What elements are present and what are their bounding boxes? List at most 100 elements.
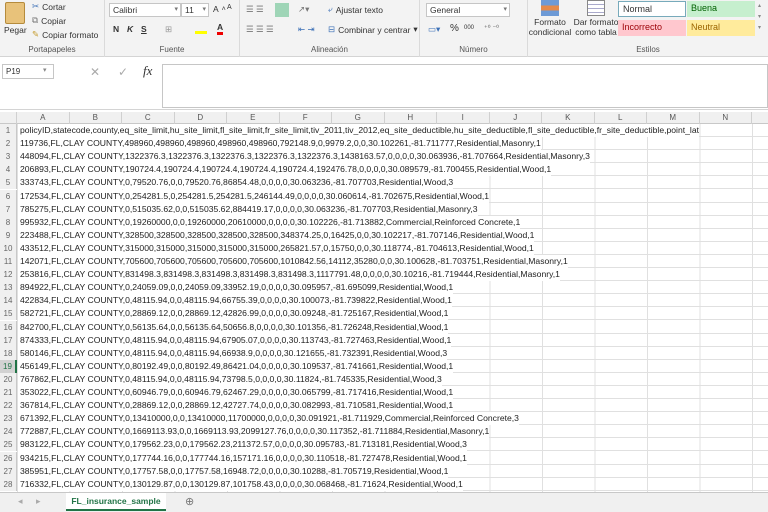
column-header-D[interactable]: D xyxy=(175,112,227,124)
row-header[interactable]: 1 xyxy=(0,124,17,137)
row-header[interactable]: 12 xyxy=(0,268,17,282)
style-normal[interactable]: Normal xyxy=(618,1,686,17)
merge-center-button[interactable]: ⊟ Combinar y centrar ▾ xyxy=(328,24,418,35)
cell-a[interactable]: 934215,FL,CLAY COUNTY,0,177744.16,0,0,17… xyxy=(18,451,467,465)
row-header[interactable]: 9 xyxy=(0,228,17,242)
column-header-F[interactable]: F xyxy=(280,112,332,124)
cell-a[interactable]: 582721,FL,CLAY COUNTY,0,28869.12,0,0,288… xyxy=(18,307,449,321)
borders-icon[interactable]: ⊞ xyxy=(165,24,172,35)
number-format-select[interactable]: General xyxy=(426,3,510,17)
cell-a[interactable]: 785275,FL,CLAY COUNTY,0,515035.62,0,0,51… xyxy=(18,202,478,216)
column-header-J[interactable]: J xyxy=(490,112,542,124)
row-header[interactable]: 4 xyxy=(0,163,17,177)
cell-a[interactable]: 172534,FL,CLAY COUNTY,0,254281.5,0,25428… xyxy=(18,189,490,203)
column-header-I[interactable]: I xyxy=(437,112,490,124)
cell-a[interactable]: 433512,FL,CLAY COUNTY,315000,315000,3150… xyxy=(18,241,534,255)
underline-button[interactable]: S xyxy=(141,24,147,34)
format-painter-button[interactable]: ✎ Copiar formato xyxy=(32,29,98,40)
style-bad[interactable]: Incorrecto xyxy=(618,20,686,36)
cell-a[interactable]: 842700,FL,CLAY COUNTY,0,56135.64,0,0,561… xyxy=(18,320,449,334)
bold-button[interactable]: N xyxy=(113,24,119,34)
font-color-icon[interactable]: A xyxy=(217,22,224,35)
cell-a[interactable]: 353022,FL,CLAY COUNTY,0,60946.79,0,0,609… xyxy=(18,386,454,399)
cell-a[interactable]: 448094,FL,CLAY COUNTY,1322376.3,1322376.… xyxy=(18,150,590,164)
column-header-K[interactable]: K xyxy=(542,112,595,124)
column-header-M[interactable]: M xyxy=(647,112,700,124)
row-header[interactable]: 8 xyxy=(0,215,17,229)
cell-a[interactable]: policyID,statecode,county,eq_site_limit,… xyxy=(18,124,699,137)
cell-a[interactable]: 253816,FL,CLAY COUNTY,831498.3,831498.3,… xyxy=(18,268,560,282)
cell-a[interactable]: 119736,FL,CLAY COUNTY,498960,498960,4989… xyxy=(18,137,541,151)
add-sheet-icon[interactable]: ⊕ xyxy=(185,495,194,508)
paste-button[interactable]: Pegar xyxy=(4,2,27,35)
cell-a[interactable]: 671392,FL,CLAY COUNTY,0,13410000,0,0,134… xyxy=(18,412,519,426)
column-header-E[interactable]: E xyxy=(227,112,280,124)
cell-a[interactable]: 142071,FL,CLAY COUNTY,705600,705600,7056… xyxy=(18,255,568,268)
format-as-table-button[interactable]: Dar formato como tabla xyxy=(572,0,620,37)
insert-function-button[interactable]: fx xyxy=(143,63,152,79)
style-neutral[interactable]: Neutral xyxy=(687,20,755,36)
column-header-A[interactable]: A xyxy=(17,112,70,124)
row-header[interactable]: 19 xyxy=(0,359,17,373)
row-header[interactable]: 23 xyxy=(0,412,17,426)
thousands-button[interactable]: 000 xyxy=(464,25,474,31)
cell-a[interactable]: 772887,FL,CLAY COUNTY,0,1669113.93,0,0,1… xyxy=(18,425,490,439)
row-header[interactable]: 22 xyxy=(0,399,17,413)
cell-a[interactable]: 223488,FL,CLAY COUNTY,328500,328500,3285… xyxy=(18,228,535,242)
row-header[interactable]: 2 xyxy=(0,137,17,151)
row-header[interactable]: 16 xyxy=(0,320,17,334)
cell-a[interactable]: 580146,FL,CLAY COUNTY,0,48115.94,0,0,481… xyxy=(18,346,448,360)
font-name-select[interactable]: Calibri xyxy=(109,3,181,17)
sheet-tab[interactable]: FL_insurance_sample xyxy=(66,493,166,511)
row-header[interactable]: 26 xyxy=(0,451,17,465)
column-header-G[interactable]: G xyxy=(332,112,385,124)
orientation-icon[interactable]: ↗▾ xyxy=(298,4,309,15)
cell-a[interactable]: 206893,FL,CLAY COUNTY,190724.4,190724.4,… xyxy=(18,163,552,177)
row-header[interactable]: 20 xyxy=(0,372,17,386)
conditional-format-button[interactable]: Formato condicional xyxy=(528,0,572,37)
italic-button[interactable]: K xyxy=(127,24,133,34)
align-left-center-right-icons[interactable]: ☰ ☰ ☰ xyxy=(246,24,274,35)
fill-color-icon[interactable] xyxy=(195,22,207,34)
row-header[interactable]: 11 xyxy=(0,255,17,268)
enter-icon[interactable]: ✓ xyxy=(118,65,128,79)
cell-a[interactable]: 983122,FL,CLAY COUNTY,0,179562.23,0,0,17… xyxy=(18,438,467,452)
cut-button[interactable]: ✂ Cortar xyxy=(32,1,66,12)
row-header[interactable]: 5 xyxy=(0,176,17,190)
column-header-C[interactable]: C xyxy=(122,112,175,124)
row-header[interactable]: 18 xyxy=(0,346,17,360)
shrink-font-button[interactable]: A xyxy=(227,4,232,11)
row-header[interactable]: 6 xyxy=(0,189,17,203)
cell-a[interactable]: 367814,FL,CLAY COUNTY,0,28869.12,0,0,288… xyxy=(18,399,454,413)
select-all-button[interactable] xyxy=(0,112,17,124)
cell-a[interactable]: 995932,FL,CLAY COUNTY,0,19260000,0,0,192… xyxy=(18,215,521,229)
row-header[interactable]: 24 xyxy=(0,425,17,439)
cell-a[interactable]: 894922,FL,CLAY COUNTY,0,24059.09,0,0,240… xyxy=(18,281,454,295)
row-header[interactable]: 3 xyxy=(0,150,17,164)
style-good[interactable]: Buena xyxy=(687,1,755,17)
row-header[interactable]: 13 xyxy=(0,281,17,295)
scroll-right-icon[interactable]: ▸ xyxy=(36,496,41,507)
font-size-select[interactable]: 11 xyxy=(181,3,209,17)
column-header-N[interactable]: N xyxy=(700,112,752,124)
row-header[interactable]: 28 xyxy=(0,477,17,491)
cell-a[interactable]: 716332,FL,CLAY COUNTY,0,130129.87,0,0,13… xyxy=(18,477,463,491)
column-header-L[interactable]: L xyxy=(595,112,647,124)
row-header[interactable]: 7 xyxy=(0,202,17,216)
cell-a[interactable]: 874333,FL,CLAY COUNTY,0,48115.94,0,0,481… xyxy=(18,333,452,347)
row-header[interactable]: 21 xyxy=(0,386,17,399)
row-header[interactable]: 10 xyxy=(0,241,17,255)
styles-scroll-icon[interactable]: ▴ ▾ ▾ xyxy=(758,2,761,31)
spreadsheet-grid[interactable]: 1 policyID,statecode,county,eq_site_limit… xyxy=(0,124,768,492)
scroll-left-icon[interactable]: ◂ xyxy=(18,496,23,507)
column-header-H[interactable]: H xyxy=(385,112,437,124)
align-middle-icon[interactable] xyxy=(275,3,289,17)
row-header[interactable]: 14 xyxy=(0,294,17,308)
copy-button[interactable]: ⧉ Copiar xyxy=(32,15,66,26)
formula-input[interactable] xyxy=(162,64,768,108)
percent-button[interactable]: % xyxy=(450,23,459,34)
wrap-text-button[interactable]: ⤶ Ajustar texto xyxy=(328,4,383,15)
currency-icon[interactable]: ▭▾ xyxy=(428,24,440,35)
cell-a[interactable]: 385951,FL,CLAY COUNTY,0,17757.58,0,0,177… xyxy=(18,464,449,478)
grow-font-button[interactable]: A ˄ xyxy=(213,4,226,14)
